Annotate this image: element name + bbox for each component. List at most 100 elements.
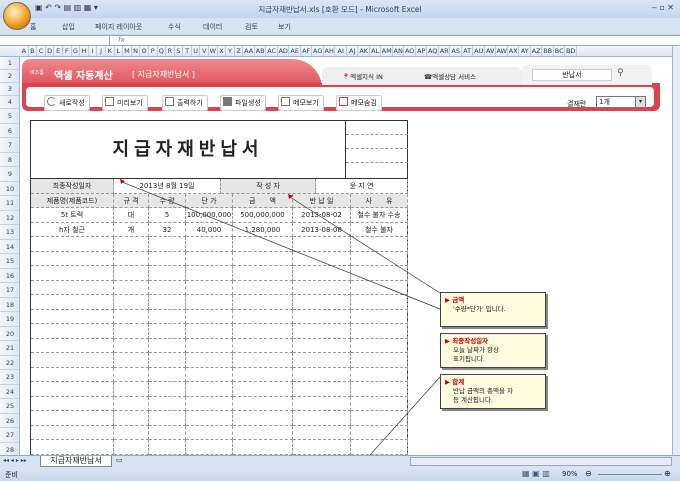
column-header[interactable]: AY — [519, 46, 531, 56]
zoom-slider[interactable] — [598, 474, 662, 475]
column-header[interactable]: AH — [324, 46, 336, 56]
column-header[interactable]: AI — [335, 46, 347, 56]
zoom-in-button[interactable]: ⊕ — [664, 469, 671, 478]
column-header[interactable]: W — [209, 46, 218, 56]
row-header[interactable]: 16 — [0, 269, 19, 283]
column-header[interactable]: AF — [301, 46, 313, 56]
row-header[interactable]: 19 — [0, 312, 19, 327]
row-header[interactable]: 10 — [0, 182, 19, 196]
column-header[interactable]: AS — [450, 46, 462, 56]
insert-sheet-icon[interactable]: ▭ — [116, 456, 123, 464]
view-buttons[interactable]: ▦ ▣ ▥ — [522, 469, 550, 478]
horizontal-scrollbar[interactable] — [410, 457, 672, 466]
column-header[interactable]: V — [200, 46, 210, 56]
row-header[interactable]: 21 — [0, 341, 19, 356]
row-header[interactable]: 13 — [0, 225, 19, 240]
row-header[interactable]: 24 — [0, 385, 19, 399]
column-header[interactable]: BD — [565, 46, 577, 56]
row-header[interactable]: 15 — [0, 254, 19, 269]
column-header[interactable]: P — [149, 46, 158, 56]
ribbon-tab[interactable]: 수식 — [168, 22, 181, 32]
column-header[interactable]: Y — [226, 46, 235, 56]
column-header[interactable]: BC — [554, 46, 566, 56]
column-header[interactable]: AR — [439, 46, 451, 56]
column-header[interactable]: AQ — [427, 46, 439, 56]
row-header[interactable]: 14 — [0, 240, 19, 254]
row-header[interactable]: 11 — [0, 196, 19, 211]
column-header[interactable]: AA — [243, 46, 255, 56]
sheet-tab-active[interactable]: 지급자재반납서 — [40, 456, 112, 467]
column-header[interactable]: H — [80, 46, 89, 56]
column-header[interactable]: U — [192, 46, 201, 56]
column-header[interactable]: R — [166, 46, 175, 56]
row-header[interactable]: 22 — [0, 356, 19, 370]
column-header[interactable]: AJ — [347, 46, 359, 56]
column-header[interactable]: N — [132, 46, 141, 56]
column-header[interactable]: G — [72, 46, 81, 56]
column-header[interactable]: F — [63, 46, 72, 56]
column-header[interactable]: I — [89, 46, 98, 56]
row-header[interactable]: 3 — [0, 83, 19, 96]
zoom-out-button[interactable]: ⊖ — [585, 469, 592, 478]
fx-icon[interactable]: fx — [118, 36, 125, 44]
row-header[interactable]: 2 — [0, 70, 19, 83]
window-controls[interactable]: ‒ ▫ ✕ — [652, 3, 674, 12]
formula-bar[interactable]: fx — [0, 35, 680, 46]
ribbon-tab[interactable]: 데이터 — [203, 22, 222, 32]
column-header[interactable]: AZ — [531, 46, 543, 56]
column-header[interactable]: M — [123, 46, 132, 56]
column-header[interactable]: Z — [235, 46, 244, 56]
ribbon-tab[interactable]: 보기 — [278, 22, 291, 32]
column-header[interactable]: J — [97, 46, 106, 56]
column-header[interactable]: AV — [485, 46, 497, 56]
office-button[interactable] — [3, 2, 31, 30]
column-header[interactable]: AG — [312, 46, 324, 56]
column-header[interactable]: AU — [473, 46, 485, 56]
row-header[interactable]: 27 — [0, 428, 19, 443]
name-box[interactable] — [0, 36, 110, 45]
row-header[interactable]: 28 — [0, 443, 19, 456]
column-header[interactable]: AB — [255, 46, 267, 56]
column-header[interactable]: C — [37, 46, 46, 56]
row-header[interactable]: 1 — [0, 57, 19, 70]
column-header[interactable]: AE — [289, 46, 301, 56]
column-header[interactable]: AO — [404, 46, 416, 56]
column-header[interactable]: S — [175, 46, 184, 56]
ribbon-tab[interactable]: 홈 — [30, 22, 36, 32]
ribbon-tab[interactable]: 삽입 — [62, 22, 75, 32]
row-header[interactable]: 20 — [0, 327, 19, 341]
column-header[interactable]: AM — [381, 46, 393, 56]
column-header[interactable]: AK — [358, 46, 370, 56]
row-header[interactable]: 8 — [0, 153, 19, 167]
column-header[interactable]: AL — [370, 46, 382, 56]
column-header[interactable]: AP — [416, 46, 428, 56]
column-header[interactable]: A — [20, 46, 29, 56]
ribbon-tab[interactable]: 페이지 레이아웃 — [95, 22, 142, 32]
column-header[interactable]: D — [46, 46, 55, 56]
column-header[interactable]: AC — [266, 46, 278, 56]
column-header[interactable]: T — [183, 46, 192, 56]
row-header[interactable]: 23 — [0, 370, 19, 385]
sheet-nav-buttons[interactable]: ◂◂ ◂ ▸ ▸▸ — [3, 457, 27, 464]
row-header[interactable]: 9 — [0, 167, 19, 182]
ribbon-tab[interactable]: 검토 — [245, 22, 258, 32]
column-header[interactable]: Q — [158, 46, 167, 56]
row-header[interactable]: 26 — [0, 414, 19, 428]
column-header[interactable]: X — [218, 46, 227, 56]
column-header[interactable]: B — [29, 46, 38, 56]
column-header[interactable]: AW — [496, 46, 508, 56]
column-header[interactable]: AX — [508, 46, 520, 56]
row-header[interactable]: 17 — [0, 283, 19, 298]
column-header[interactable]: AD — [278, 46, 290, 56]
row-header[interactable]: 6 — [0, 124, 19, 138]
worksheet[interactable]: 비즈폼 엑셀 자동계산 [ 지급자재반납서 ] 📍엑셀지식 IN ☎엑셀상담 서… — [20, 57, 672, 455]
row-header[interactable]: 4 — [0, 96, 19, 109]
row-header[interactable]: 12 — [0, 211, 19, 225]
row-header[interactable]: 5 — [0, 109, 19, 124]
column-header[interactable]: BB — [542, 46, 554, 56]
row-header[interactable]: 18 — [0, 298, 19, 312]
row-header[interactable]: 7 — [0, 138, 19, 153]
vertical-scrollbar[interactable] — [672, 46, 680, 455]
column-header[interactable]: L — [115, 46, 124, 56]
column-header[interactable]: E — [54, 46, 63, 56]
